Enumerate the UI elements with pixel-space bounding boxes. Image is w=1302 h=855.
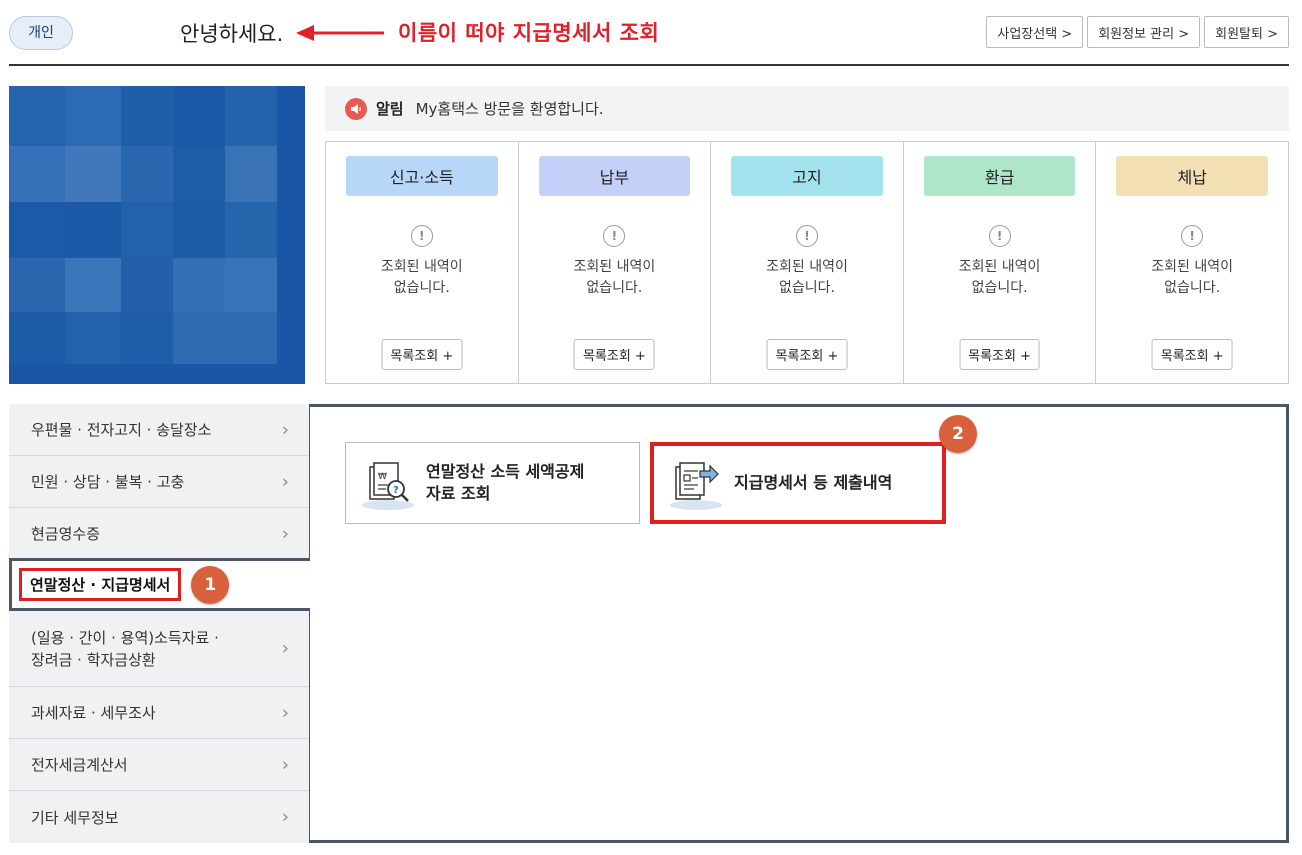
year-end-deduction-card[interactable]: ₩ ? 연말정산 소득 세액공제 자료 조회 bbox=[345, 442, 640, 524]
list-view-button[interactable]: 목록조회 + bbox=[959, 339, 1041, 370]
sidebar-item-cash-receipt[interactable]: 현금영수증 › bbox=[9, 508, 309, 560]
header-button-group: 사업장선택 > 회원정보 관리 > 회원탈퇴 > bbox=[986, 16, 1289, 48]
info-icon: ! bbox=[1181, 225, 1204, 247]
step-badge: 1 bbox=[191, 565, 230, 604]
status-column-notice: 고지 ! 조회된 내역이 없습니다. 목록조회 + bbox=[711, 142, 904, 383]
status-title[interactable]: 납부 bbox=[538, 156, 691, 196]
document-search-icon: ₩ ? bbox=[360, 455, 416, 511]
annotation-text: 이름이 떠야 지급명세서 조회 bbox=[398, 21, 660, 45]
document-submit-icon bbox=[668, 455, 724, 511]
sidebar-item-label: 연말정산 · 지급명세서 bbox=[19, 568, 182, 601]
header: 개인 안녕하세요. 이름이 떠야 지급명세서 조회 사업장선택 > 회원정보 관… bbox=[0, 0, 1302, 66]
status-title[interactable]: 고지 bbox=[731, 156, 883, 196]
list-view-button[interactable]: 목록조회 + bbox=[573, 339, 655, 370]
status-title[interactable]: 신고·소득 bbox=[346, 156, 498, 196]
chevron-right-icon: › bbox=[281, 471, 289, 492]
notice-text: My홈택스 방문을 환영합니다. bbox=[415, 100, 604, 118]
megaphone-icon bbox=[345, 97, 367, 120]
user-type-badge[interactable]: 개인 bbox=[9, 16, 73, 50]
chevron-right-icon: › bbox=[281, 806, 289, 828]
info-icon: ! bbox=[603, 225, 626, 247]
sidebar-item-tax-audit[interactable]: 과세자료 · 세무조사 › bbox=[9, 687, 309, 739]
list-view-button[interactable]: 목록조회 + bbox=[1151, 339, 1233, 370]
info-icon: ! bbox=[795, 225, 818, 247]
sidebar-item-label: 전자세금계산서 bbox=[31, 756, 128, 774]
sidebar-item-year-end[interactable]: 연말정산 · 지급명세서 1 bbox=[9, 561, 309, 608]
svg-text:?: ? bbox=[393, 485, 399, 496]
info-icon: ! bbox=[410, 225, 433, 247]
info-icon: ! bbox=[988, 225, 1011, 247]
card-label: 연말정산 소득 세액공제 자료 조회 bbox=[426, 462, 585, 503]
chevron-right-icon: › bbox=[281, 637, 289, 659]
sidebar-item-civil[interactable]: 민원 · 상담 · 불복 · 고충 › bbox=[9, 456, 309, 508]
status-message: 조회된 내역이 없습니다. bbox=[958, 259, 1041, 296]
sidebar-item-label: 현금영수증 bbox=[31, 525, 101, 543]
sidebar-item-label: 기타 세무정보 bbox=[31, 808, 119, 827]
status-message: 조회된 내역이 없습니다. bbox=[1151, 259, 1234, 296]
status-message: 조회된 내역이 없습니다. bbox=[573, 259, 656, 296]
member-info-button[interactable]: 회원정보 관리 > bbox=[1087, 16, 1201, 48]
status-message: 조회된 내역이 없습니다. bbox=[380, 259, 463, 296]
sidebar-item-label: (일용 · 간이 · 용역)소득자료 · 장려금 · 학자금상환 bbox=[31, 628, 219, 669]
active-tab-border bbox=[9, 558, 12, 611]
status-column-refund: 환급 ! 조회된 내역이 없습니다. 목록조회 + bbox=[904, 142, 1097, 383]
sidebar-menu: 우편물 · 전자고지 · 송달장소 › 민원 · 상담 · 불복 · 고충 › … bbox=[9, 404, 309, 843]
sidebar-item-label: 민원 · 상담 · 불복 · 고충 bbox=[31, 473, 185, 491]
notice-bar: 알림 My홈택스 방문을 환영합니다. bbox=[325, 86, 1289, 131]
active-tab-border bbox=[9, 558, 310, 561]
annotation-arrow-icon bbox=[296, 25, 384, 41]
greeting-text: 안녕하세요. bbox=[180, 22, 284, 46]
chevron-right-icon: › bbox=[281, 419, 289, 440]
withdraw-button[interactable]: 회원탈퇴 > bbox=[1204, 16, 1289, 48]
card-label: 지급명세서 등 제출내역 bbox=[734, 473, 893, 492]
sidebar-item-e-invoice[interactable]: 전자세금계산서 › bbox=[9, 739, 309, 791]
chevron-right-icon: › bbox=[281, 523, 289, 544]
header-divider bbox=[9, 64, 1289, 66]
active-tab-border bbox=[9, 608, 310, 611]
status-column-arrears: 체납 ! 조회된 내역이 없습니다. 목록조회 + bbox=[1096, 142, 1288, 383]
chevron-right-icon: › bbox=[281, 702, 289, 723]
sidebar-item-label: 과세자료 · 세무조사 bbox=[31, 704, 156, 722]
sidebar-item-label: 우편물 · 전자고지 · 송달장소 bbox=[31, 421, 212, 439]
status-message: 조회된 내역이 없습니다. bbox=[766, 259, 848, 296]
sidebar-item-other[interactable]: 기타 세무정보 › bbox=[9, 791, 309, 843]
status-column-filing: 신고·소득 ! 조회된 내역이 없습니다. 목록조회 + bbox=[326, 142, 519, 383]
chevron-right-icon: › bbox=[281, 754, 289, 775]
status-title[interactable]: 체납 bbox=[1116, 156, 1268, 196]
status-column-payment: 납부 ! 조회된 내역이 없습니다. 목록조회 + bbox=[519, 142, 712, 383]
sidebar-item-income-data[interactable]: (일용 · 간이 · 용역)소득자료 · 장려금 · 학자금상환 › bbox=[9, 611, 309, 687]
sidebar-item-mail[interactable]: 우편물 · 전자고지 · 송달장소 › bbox=[9, 404, 309, 456]
svg-text:₩: ₩ bbox=[378, 472, 387, 482]
notice-label: 알림 bbox=[376, 100, 404, 118]
list-view-button[interactable]: 목록조회 + bbox=[381, 339, 463, 370]
status-summary-panel: 신고·소득 ! 조회된 내역이 없습니다. 목록조회 + 납부 ! 조회된 내역이… bbox=[325, 141, 1289, 384]
profile-image bbox=[9, 86, 305, 384]
step-badge: 2 bbox=[939, 415, 977, 453]
list-view-button[interactable]: 목록조회 + bbox=[766, 339, 848, 370]
status-title[interactable]: 환급 bbox=[923, 156, 1076, 196]
select-business-button[interactable]: 사업장선택 > bbox=[986, 16, 1084, 48]
payment-statement-history-card[interactable]: 지급명세서 등 제출내역 bbox=[650, 442, 946, 524]
